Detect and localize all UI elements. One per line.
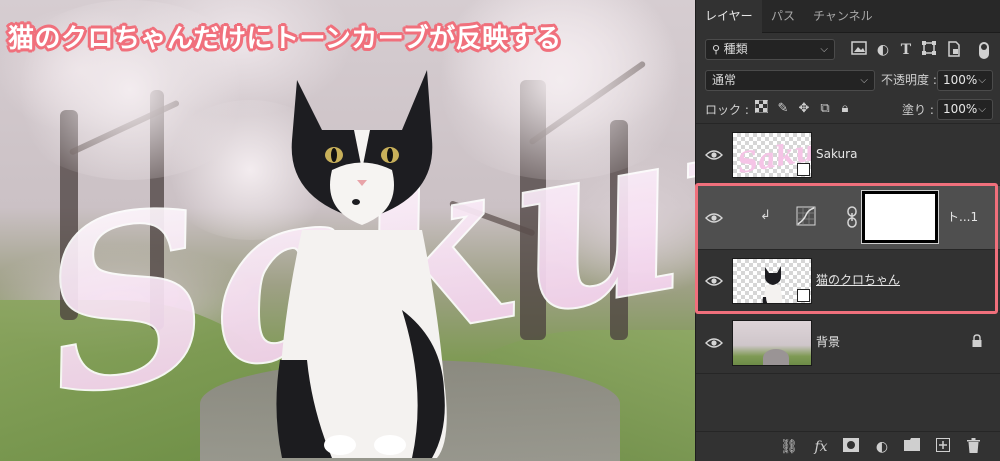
opacity-input[interactable]: 100% ⌵ (937, 70, 993, 91)
smart-object-filter-icon[interactable] (945, 41, 963, 59)
eye-icon[interactable] (705, 272, 723, 290)
trash-icon[interactable] (964, 438, 982, 456)
chevron-down-icon: ⌵ (978, 75, 986, 86)
lock-image-pixels-icon[interactable]: ✎ (774, 100, 792, 118)
lock-label: ロック : (705, 103, 749, 117)
shape-filter-icon[interactable] (920, 41, 938, 59)
new-layer-icon[interactable] (934, 438, 952, 456)
blend-row: 通常 ⌵ 不透明度 : 100% ⌵ (696, 67, 1000, 95)
image-filter-icon[interactable] (850, 41, 868, 59)
text-filter-icon[interactable]: T (897, 41, 915, 59)
layer-mask-thumbnail[interactable] (861, 190, 939, 244)
lock-position-icon[interactable]: ✥ (795, 100, 813, 118)
lock-artboard-icon[interactable]: ⧉ (816, 100, 834, 118)
cat-image (276, 70, 447, 458)
eye-icon[interactable] (705, 334, 723, 352)
clipping-mask-arrow-icon: ↲ (760, 208, 771, 223)
curves-adjustment-icon[interactable] (796, 206, 816, 226)
opacity-label: 不透明度 : (881, 73, 937, 87)
layer-name[interactable]: 猫のクロちゃん (816, 271, 900, 289)
layer-thumbnail[interactable]: Sakura (732, 132, 812, 178)
smart-object-badge-icon (797, 163, 810, 176)
mask-link-icon[interactable] (846, 206, 858, 228)
lock-icon (972, 334, 982, 347)
lock-all-icon[interactable]: 🔒︎ (836, 100, 854, 118)
blend-mode-value: 通常 (712, 73, 737, 87)
layer-row-sakura[interactable]: Sakura Sakura (696, 124, 1000, 186)
layer-name[interactable]: 背景 (816, 333, 840, 351)
lock-row: ロック : ✎ ✥ ⧉ 🔒︎ 塗り : 100% ⌵ (696, 96, 1000, 124)
opacity-value: 100% (943, 73, 978, 87)
layers-panel: レイヤー パス チャンネル ⚲ 種類 ⌵ ◐ T 通常 ⌵ 不透明度 : 100… (695, 0, 1000, 461)
new-adjustment-icon[interactable]: ◐ (873, 438, 891, 456)
layer-name[interactable]: ト...1 (947, 208, 978, 226)
layer-thumbnail[interactable] (732, 258, 812, 304)
eye-icon[interactable] (705, 209, 723, 227)
eye-icon[interactable] (705, 146, 723, 164)
layer-row-curves[interactable]: ↲ ト...1 (696, 186, 1000, 250)
layers-bottom-bar: ⛓ fx ◐ (696, 431, 1000, 461)
link-layers-icon[interactable]: ⛓ (780, 438, 798, 456)
filter-kind-dropdown[interactable]: ⚲ 種類 ⌵ (705, 39, 835, 60)
lock-transparent-pixels-icon[interactable] (752, 99, 770, 118)
new-group-icon[interactable] (903, 438, 921, 456)
tab-layers[interactable]: レイヤー (696, 0, 762, 33)
fx-icon[interactable]: fx (812, 438, 830, 456)
adjustment-filter-icon[interactable]: ◐ (874, 41, 892, 59)
layer-row-cat[interactable]: 猫のクロちゃん (696, 250, 1000, 312)
chevron-down-icon: ⌵ (820, 44, 828, 55)
smart-object-badge-icon (797, 289, 810, 302)
add-mask-icon[interactable] (842, 438, 860, 456)
photo-canvas[interactable]: Sakura 猫のクロちゃんだけにトーンカーブが反映する (0, 0, 695, 461)
chevron-down-icon: ⌵ (978, 104, 986, 115)
blend-mode-dropdown[interactable]: 通常 ⌵ (705, 70, 875, 91)
filter-toggle[interactable] (979, 42, 989, 59)
tab-channels[interactable]: チャンネル (804, 0, 882, 33)
title-banner: 猫のクロちゃんだけにトーンカーブが反映する (8, 24, 562, 54)
layer-thumbnail[interactable] (732, 320, 812, 366)
fill-value: 100% (943, 102, 978, 116)
tab-paths[interactable]: パス (762, 0, 804, 33)
layer-row-background[interactable]: 背景 (696, 312, 1000, 374)
layer-name[interactable]: Sakura (816, 145, 857, 163)
layer-filter-bar: ⚲ 種類 ⌵ ◐ T (696, 33, 1000, 67)
filter-kind-label: 種類 (723, 42, 748, 56)
panel-tab-bar: レイヤー パス チャンネル (696, 0, 1000, 33)
fill-label: 塗り : (902, 103, 934, 117)
chevron-down-icon: ⌵ (860, 75, 868, 86)
search-icon: ⚲ (712, 43, 724, 56)
fill-input[interactable]: 100% ⌵ (937, 99, 993, 120)
